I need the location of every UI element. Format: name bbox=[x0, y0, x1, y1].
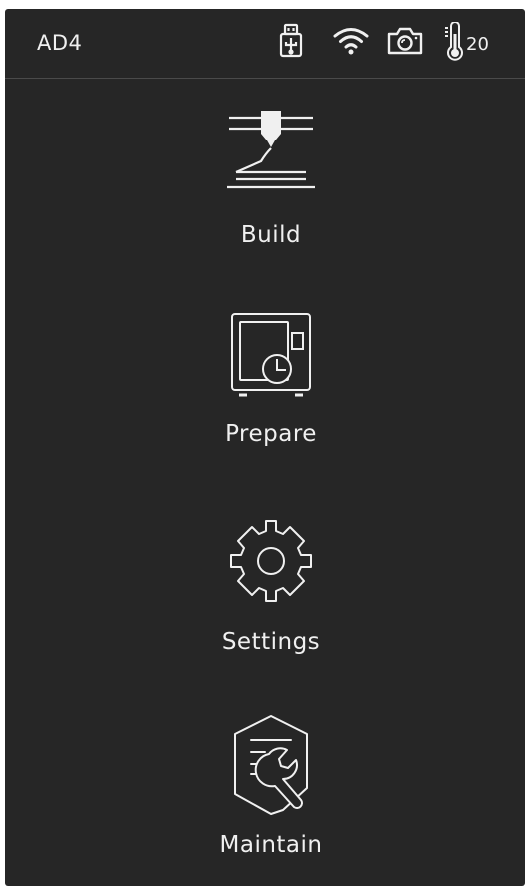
machine-clock-icon bbox=[231, 313, 311, 397]
menu-item-build[interactable]: Build bbox=[165, 106, 377, 248]
status-bar: AD4 20 bbox=[5, 9, 525, 79]
wrench-hexagon-icon bbox=[234, 715, 308, 815]
menu-label-settings: Settings bbox=[221, 629, 321, 655]
thermometer-icon bbox=[444, 21, 464, 66]
menu-item-prepare[interactable]: Prepare bbox=[165, 311, 377, 447]
camera-icon[interactable] bbox=[386, 26, 424, 60]
temperature-value: 20 bbox=[466, 34, 489, 55]
menu-label-maintain: Maintain bbox=[219, 832, 323, 858]
usb-icon[interactable] bbox=[279, 23, 303, 63]
gear-icon bbox=[230, 520, 312, 602]
device-name: AD4 bbox=[37, 31, 83, 55]
screen: AD4 20 Build Prepare Settings Maintain bbox=[5, 9, 525, 886]
wifi-icon[interactable] bbox=[332, 26, 370, 60]
menu-label-build: Build bbox=[240, 222, 302, 248]
printer-nozzle-icon bbox=[227, 111, 315, 189]
menu-item-settings[interactable]: Settings bbox=[165, 513, 377, 655]
menu-label-prepare: Prepare bbox=[225, 421, 317, 447]
menu-item-maintain[interactable]: Maintain bbox=[165, 710, 377, 858]
